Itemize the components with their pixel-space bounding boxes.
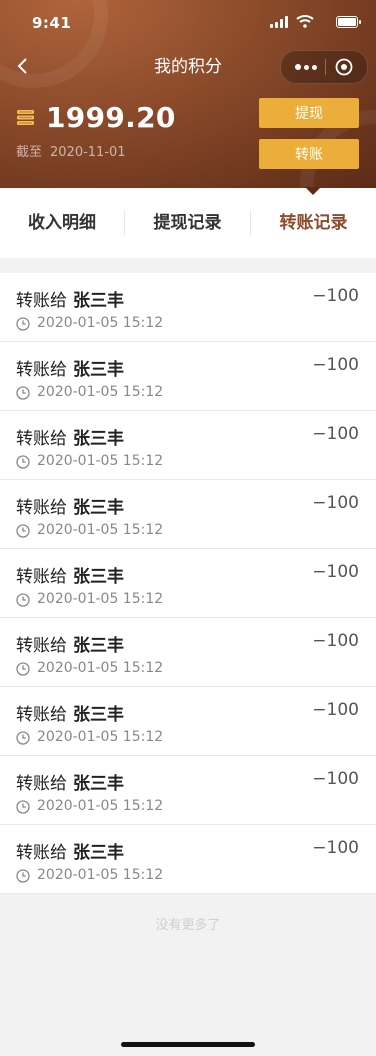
- list-item[interactable]: 转账给 张三丰 −100 2020-01-05 15:12: [0, 273, 376, 342]
- withdraw-button[interactable]: 提现: [259, 98, 359, 128]
- record-recipient: 张三丰: [73, 498, 124, 518]
- tab-transfer-records[interactable]: 转账记录: [251, 188, 376, 258]
- record-title: 转账给 张三丰: [16, 286, 124, 311]
- tab-income-detail[interactable]: 收入明细: [0, 188, 124, 258]
- record-title: 转账给 张三丰: [16, 700, 124, 725]
- as-of-label: 截至: [16, 145, 43, 160]
- mini-program-capsule: [280, 50, 368, 84]
- record-amount: −100: [312, 562, 359, 582]
- clock-icon: [16, 386, 30, 400]
- record-prefix: 转账给: [16, 498, 67, 518]
- list-item[interactable]: 转账给 张三丰 −100 2020-01-05 15:12: [0, 756, 376, 825]
- record-time: 2020-01-05 15:12: [37, 660, 164, 676]
- points-balance: 1999.20: [46, 101, 176, 134]
- record-recipient: 张三丰: [73, 567, 124, 587]
- no-more-note: 没有更多了: [155, 918, 221, 933]
- wifi-icon: [296, 15, 314, 28]
- clock-icon: [16, 869, 30, 883]
- record-title: 转账给 张三丰: [16, 562, 124, 587]
- record-amount: −100: [312, 286, 359, 306]
- list-item[interactable]: 转账给 张三丰 −100 2020-01-05 15:12: [0, 411, 376, 480]
- record-title: 转账给 张三丰: [16, 493, 124, 518]
- record-recipient: 张三丰: [73, 636, 124, 656]
- record-recipient: 张三丰: [73, 429, 124, 449]
- record-time: 2020-01-05 15:12: [37, 867, 164, 883]
- record-prefix: 转账给: [16, 705, 67, 725]
- record-title: 转账给 张三丰: [16, 355, 124, 380]
- tab-withdraw-records[interactable]: 提现记录: [125, 188, 250, 258]
- record-title: 转账给 张三丰: [16, 424, 124, 449]
- record-recipient: 张三丰: [73, 774, 124, 794]
- home-indicator[interactable]: [121, 1042, 255, 1047]
- record-title: 转账给 张三丰: [16, 631, 124, 656]
- record-prefix: 转账给: [16, 843, 67, 863]
- status-bar: 9:41: [0, 0, 376, 44]
- list-item[interactable]: 转账给 张三丰 −100 2020-01-05 15:12: [0, 549, 376, 618]
- more-dots-icon: [295, 64, 301, 70]
- record-time: 2020-01-05 15:12: [37, 591, 164, 607]
- record-title: 转账给 张三丰: [16, 838, 124, 863]
- record-prefix: 转账给: [16, 429, 67, 449]
- battery-icon: [336, 16, 361, 28]
- signal-icon: [270, 16, 288, 28]
- list-item[interactable]: 转账给 张三丰 −100 2020-01-05 15:12: [0, 687, 376, 756]
- record-amount: −100: [312, 355, 359, 375]
- record-time: 2020-01-05 15:12: [37, 315, 164, 331]
- as-of-date: 2020-11-01: [50, 145, 126, 160]
- record-prefix: 转账给: [16, 636, 67, 656]
- record-time: 2020-01-05 15:12: [37, 384, 164, 400]
- record-amount: −100: [312, 424, 359, 444]
- clock-icon: [16, 731, 30, 745]
- list-item[interactable]: 转账给 张三丰 −100 2020-01-05 15:12: [0, 825, 376, 894]
- record-recipient: 张三丰: [73, 705, 124, 725]
- coin-stack-icon: [17, 110, 34, 125]
- record-time: 2020-01-05 15:12: [37, 729, 164, 745]
- record-time: 2020-01-05 15:12: [37, 522, 164, 538]
- clock-icon: [16, 317, 30, 331]
- target-icon[interactable]: [335, 58, 353, 76]
- record-amount: −100: [312, 493, 359, 513]
- record-prefix: 转账给: [16, 567, 67, 587]
- record-recipient: 张三丰: [73, 843, 124, 863]
- record-amount: −100: [312, 769, 359, 789]
- record-prefix: 转账给: [16, 774, 67, 794]
- clock-icon: [16, 455, 30, 469]
- transfer-button[interactable]: 转账: [259, 139, 359, 169]
- record-title: 转账给 张三丰: [16, 769, 124, 794]
- record-recipient: 张三丰: [73, 291, 124, 311]
- record-amount: −100: [312, 631, 359, 651]
- clock-icon: [16, 662, 30, 676]
- record-recipient: 张三丰: [73, 360, 124, 380]
- more-button[interactable]: [293, 51, 323, 83]
- record-time: 2020-01-05 15:12: [37, 798, 164, 814]
- record-amount: −100: [312, 838, 359, 858]
- list-item[interactable]: 转账给 张三丰 −100 2020-01-05 15:12: [0, 618, 376, 687]
- list-item[interactable]: 转账给 张三丰 −100 2020-01-05 15:12: [0, 342, 376, 411]
- transfer-record-list: 转账给 张三丰 −100 2020-01-05 15:12 转账给 张三丰 −100…: [0, 273, 376, 894]
- record-prefix: 转账给: [16, 291, 67, 311]
- capsule-divider: [325, 59, 326, 75]
- list-item[interactable]: 转账给 张三丰 −100 2020-01-05 15:12: [0, 480, 376, 549]
- record-amount: −100: [312, 700, 359, 720]
- status-time: 9:41: [32, 14, 72, 32]
- points-header: 9:41 我的积分 1999.20 截至 2020-11-01 提现 转账: [0, 0, 376, 188]
- clock-icon: [16, 593, 30, 607]
- clock-icon: [16, 524, 30, 538]
- record-time: 2020-01-05 15:12: [37, 453, 164, 469]
- as-of-line: 截至 2020-11-01: [16, 141, 126, 160]
- clock-icon: [16, 800, 30, 814]
- record-prefix: 转账给: [16, 360, 67, 380]
- record-tabs: 收入明细 提现记录 转账记录: [0, 187, 376, 258]
